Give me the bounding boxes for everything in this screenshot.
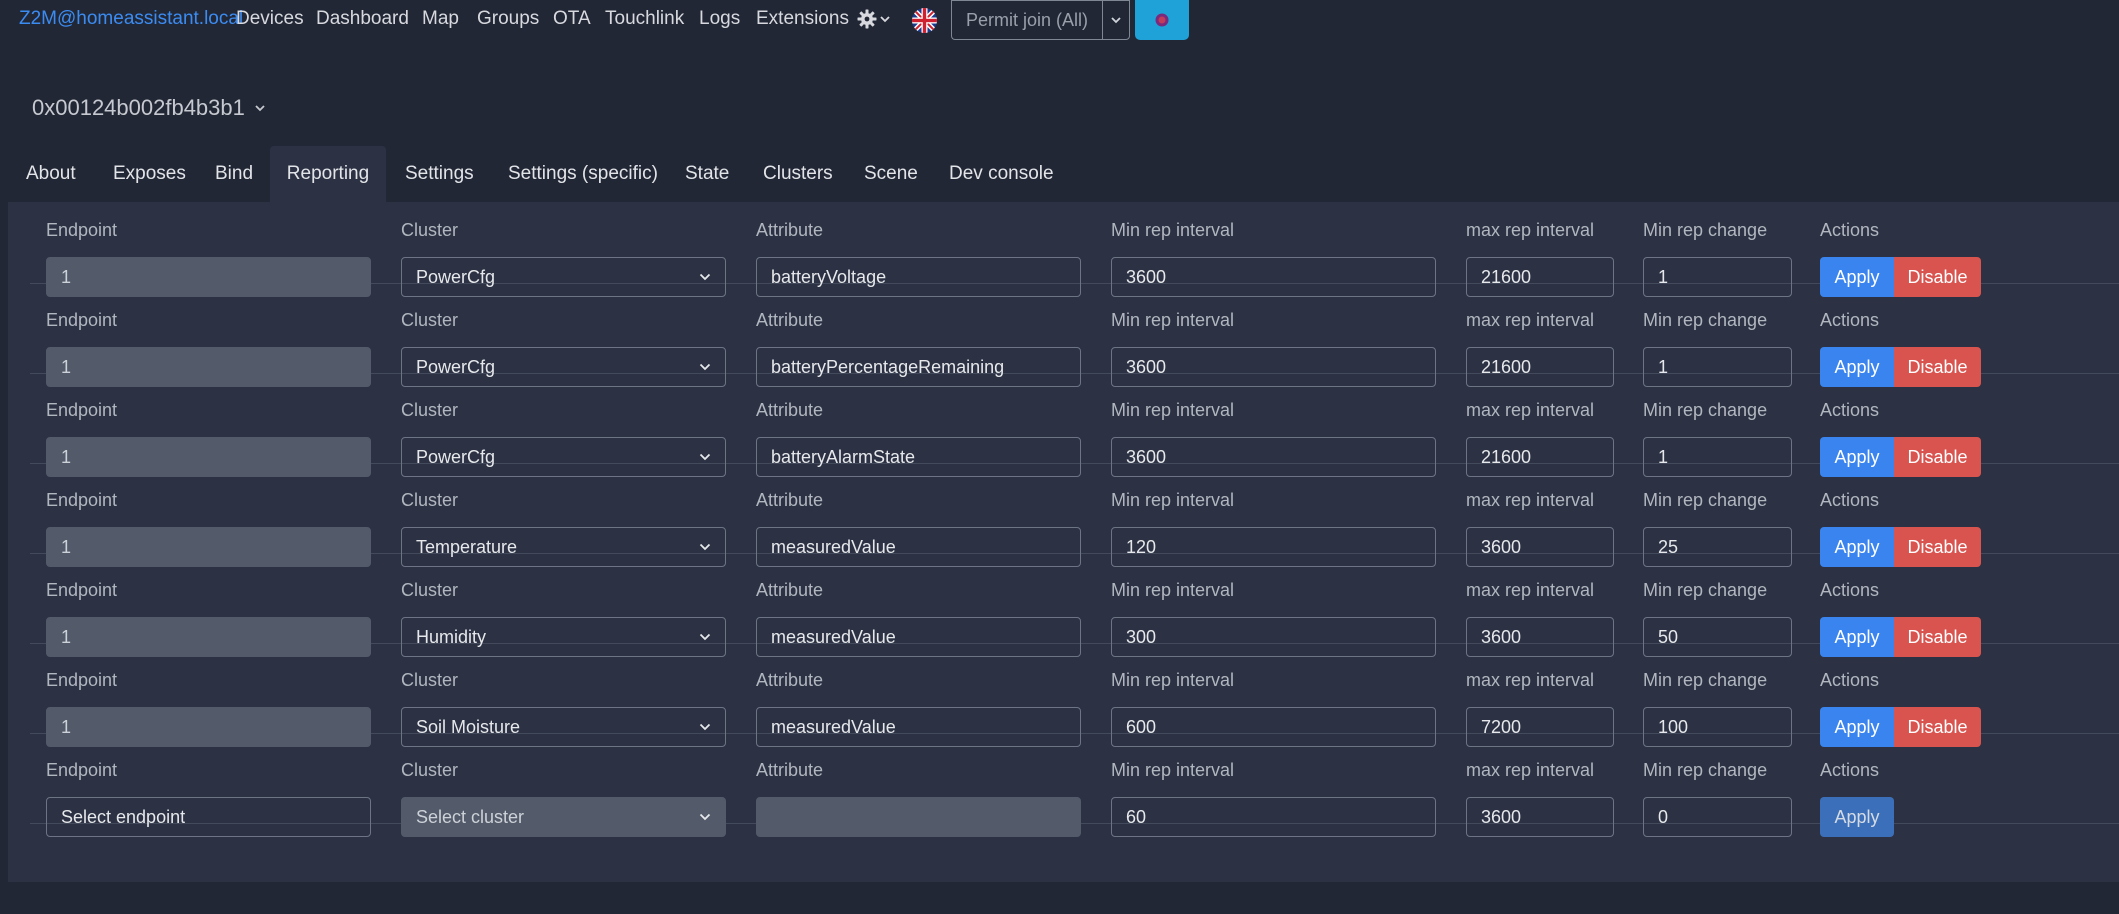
min-interval-input[interactable]: 60 [1111,797,1436,837]
permit-join-button[interactable]: Permit join (All) [951,0,1102,40]
chevron-down-icon [699,723,711,731]
reporting-row: Endpoint Cluster Attribute Min rep inter… [30,284,2119,387]
min-change-label: Min rep change [1643,670,1768,690]
max-interval-label: max rep interval [1466,670,1595,690]
actions-label: Actions [1820,490,1880,510]
actions-label: Actions [1820,220,1880,240]
reporting-row: Endpoint Cluster Attribute Min rep inter… [30,374,2119,477]
reporting-row: Endpoint Cluster Attribute Min rep inter… [30,464,2119,567]
min-interval-label: Min rep interval [1111,670,1235,690]
min-change-label: Min rep change [1643,400,1768,420]
chevron-down-icon [699,363,711,371]
endpoint-select[interactable]: Select endpoint [46,797,371,837]
apply-button[interactable]: Apply [1820,797,1894,837]
attribute-label: Attribute [756,490,824,510]
min-change-input[interactable]: 0 [1643,797,1792,837]
cluster-label: Cluster [401,310,459,330]
cluster-label: Cluster [401,220,459,240]
endpoint-label: Endpoint [46,670,118,690]
record-icon [1155,13,1169,27]
cluster-label: Cluster [401,670,459,690]
permit-join-dropdown[interactable] [1102,0,1130,40]
min-change-label: Min rep change [1643,580,1768,600]
actions-label: Actions [1820,580,1880,600]
nav-dashboard[interactable]: Dashboard [316,8,409,30]
cluster-label: Cluster [401,490,459,510]
device-selector[interactable]: 0x00124b002fb4b3b1 [32,95,265,121]
actions-label: Actions [1820,400,1880,420]
reporting-row: Endpoint Cluster Attribute Min rep inter… [30,554,2119,657]
chevron-down-icon [699,813,711,821]
nav-groups[interactable]: Groups [477,8,539,30]
chevron-down-icon [699,543,711,551]
cluster-select[interactable]: Select cluster [401,797,726,837]
cluster-label: Cluster [401,580,459,600]
min-interval-label: Min rep interval [1111,310,1235,330]
max-interval-label: max rep interval [1466,310,1595,330]
restart-button[interactable] [1135,0,1189,40]
device-title: 0x00124b002fb4b3b1 [32,95,245,120]
min-interval-label: Min rep interval [1111,760,1235,780]
chevron-down-icon [880,15,890,22]
max-interval-label: max rep interval [1466,490,1595,510]
new-reporting-row: Endpoint Cluster Attribute Min rep inter… [30,734,2119,837]
nav-touchlink[interactable]: Touchlink [605,8,684,30]
nav-map[interactable]: Map [422,8,459,30]
gear-icon [857,9,877,29]
nav-ota[interactable]: OTA [553,8,591,30]
attribute-field[interactable] [756,797,1081,837]
permit-join-group: Permit join (All) [951,0,1130,40]
chevron-down-icon [699,633,711,641]
attribute-label: Attribute [756,580,824,600]
min-interval-label: Min rep interval [1111,220,1235,240]
nav-extensions[interactable]: Extensions [756,8,849,30]
max-interval-label: max rep interval [1466,220,1595,240]
endpoint-label: Endpoint [46,400,118,420]
attribute-label: Attribute [756,220,824,240]
cluster-label: Cluster [401,760,459,780]
chevron-down-icon [255,104,265,111]
settings-dropdown[interactable] [857,6,893,32]
max-interval-label: max rep interval [1466,400,1595,420]
max-interval-label: max rep interval [1466,580,1595,600]
min-interval-label: Min rep interval [1111,580,1235,600]
endpoint-label: Endpoint [46,760,118,780]
max-interval-label: max rep interval [1466,760,1595,780]
cluster-label: Cluster [401,400,459,420]
top-navbar: Z2M@homeassistant.local Devices Dashboar… [0,0,2119,40]
min-interval-label: Min rep interval [1111,400,1235,420]
reporting-row: Endpoint Cluster Attribute Min rep inter… [30,194,2119,297]
reporting-row: Endpoint Cluster Attribute Min rep inter… [30,644,2119,747]
endpoint-label: Endpoint [46,220,118,240]
caret-down-icon [1111,16,1121,23]
actions-label: Actions [1820,760,1880,780]
min-interval-label: Min rep interval [1111,490,1235,510]
uk-flag-icon[interactable] [912,8,937,33]
min-change-label: Min rep change [1643,490,1768,510]
nav-logs[interactable]: Logs [699,8,740,30]
brand-link[interactable]: Z2M@homeassistant.local [19,8,243,30]
min-change-label: Min rep change [1643,220,1768,240]
actions-label: Actions [1820,670,1880,690]
reporting-panel: Endpoint Cluster Attribute Min rep inter… [8,202,2119,882]
attribute-label: Attribute [756,670,824,690]
actions-label: Actions [1820,310,1880,330]
chevron-down-icon [699,273,711,281]
attribute-label: Attribute [756,400,824,420]
endpoint-label: Endpoint [46,490,118,510]
attribute-label: Attribute [756,310,824,330]
max-interval-input[interactable]: 3600 [1466,797,1614,837]
attribute-label: Attribute [756,760,824,780]
endpoint-label: Endpoint [46,580,118,600]
nav-devices[interactable]: Devices [236,8,304,30]
min-change-label: Min rep change [1643,760,1768,780]
endpoint-label: Endpoint [46,310,118,330]
chevron-down-icon [699,453,711,461]
min-change-label: Min rep change [1643,310,1768,330]
